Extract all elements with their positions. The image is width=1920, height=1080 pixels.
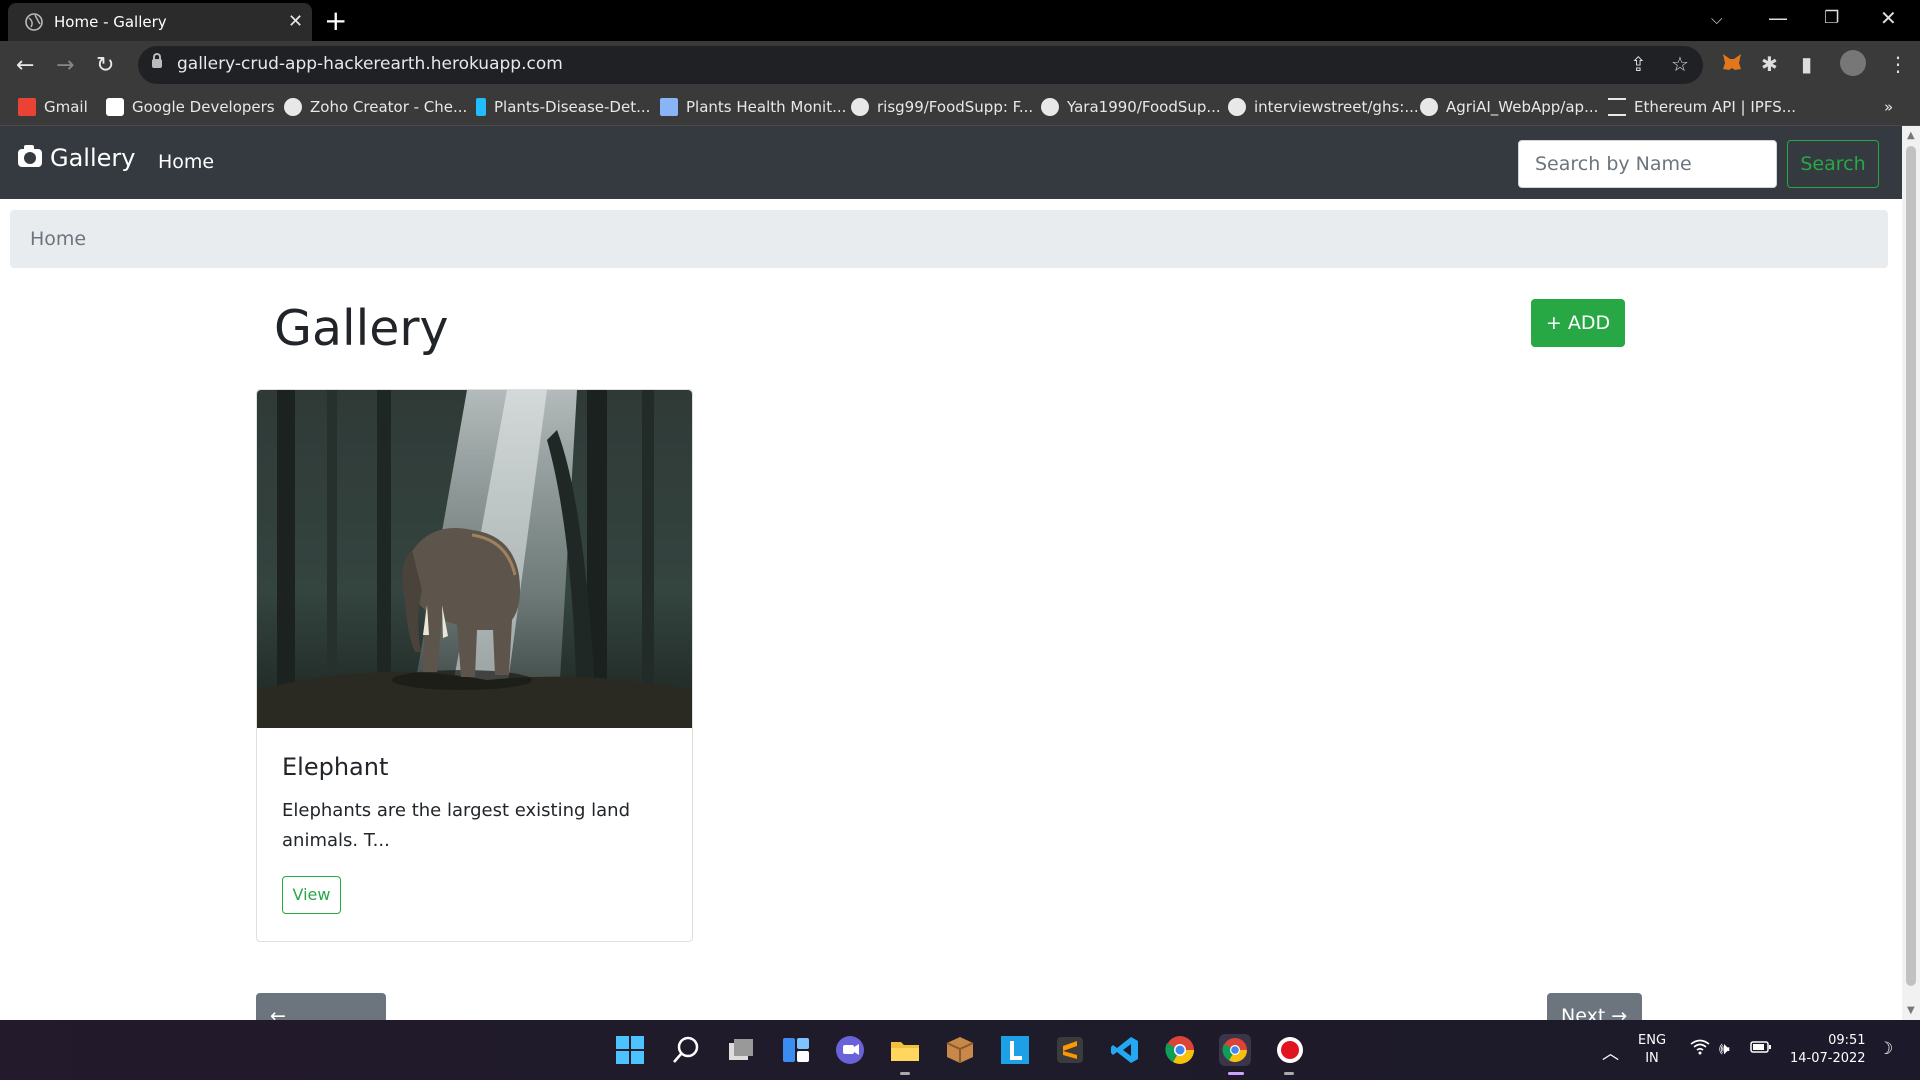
bookmark-plants-health[interactable]: Plants Health Monit... — [660, 98, 846, 118]
monitor-icon — [660, 98, 678, 116]
view-button[interactable]: View — [282, 876, 341, 914]
chrome-active-icon[interactable] — [1219, 1034, 1251, 1066]
previous-button[interactable]: ← Previous — [256, 993, 386, 1020]
bookmark-interviewstreet[interactable]: interviewstreet/ghs:... — [1228, 98, 1419, 118]
bookmark-google-developers[interactable]: Google Developers — [106, 98, 275, 118]
nav-home-link[interactable]: Home — [158, 151, 214, 173]
google-developers-icon — [106, 98, 124, 116]
vscode-icon[interactable] — [1109, 1034, 1141, 1066]
browser-tab[interactable]: Home - Gallery ✕ — [8, 3, 312, 41]
kaggle-icon — [476, 98, 486, 116]
gmail-icon — [18, 98, 36, 116]
globe-icon — [284, 98, 302, 116]
bookmark-ethereum-api[interactable]: Ethereum API | IPFS... — [1608, 98, 1796, 118]
chrome-icon[interactable] — [1164, 1034, 1196, 1066]
bookmark-foodsupp-yara[interactable]: Yara1990/FoodSup... — [1041, 98, 1221, 118]
github-icon — [1420, 98, 1438, 116]
scroll-up-icon[interactable]: ▲ — [1907, 130, 1915, 141]
chevron-up-icon[interactable]: ︿ — [1602, 1039, 1619, 1064]
tab-search-icon[interactable]: ⌵ — [1711, 10, 1722, 28]
bookmarks-bar: Gmail Google Developers Zoho Creator - C… — [0, 90, 1920, 126]
github-icon — [1041, 98, 1059, 116]
bookmark-zoho[interactable]: Zoho Creator - Che... — [284, 98, 467, 118]
sublime-text-icon[interactable] — [1054, 1034, 1086, 1066]
bookmark-foodsupp-risg99[interactable]: risg99/FoodSupp: F... — [851, 98, 1033, 118]
search-button[interactable]: Search — [1787, 140, 1879, 188]
menu-dots-icon[interactable]: ⋮ — [1888, 52, 1908, 76]
language-indicator[interactable]: ENG IN — [1638, 1032, 1666, 1068]
extensions-icon[interactable]: ✱ — [1761, 52, 1778, 76]
bookmark-agriai[interactable]: AgriAI_WebApp/ap... — [1420, 98, 1598, 118]
windows-taskbar: ︿ ENG IN 🕪 09:51 14-07-2022 ☽ — [0, 1020, 1920, 1080]
breadcrumb: Home — [10, 210, 1888, 268]
browser-tab-strip: Home - Gallery ✕ + ⌵ — ❐ ✕ — [0, 0, 1920, 41]
site-navbar: Gallery Home Search — [0, 126, 1902, 199]
side-panel-icon[interactable]: ▮ — [1801, 52, 1812, 76]
wifi-icon[interactable] — [1690, 1039, 1710, 1060]
share-icon[interactable]: ⇪ — [1630, 52, 1647, 76]
add-button[interactable]: + ADD — [1531, 299, 1625, 347]
task-view-icon[interactable] — [725, 1034, 757, 1066]
gallery-card: Elephant Elephants are the largest exist… — [256, 389, 693, 942]
screen-recorder-icon[interactable] — [1274, 1034, 1306, 1066]
minimize-icon[interactable]: — — [1768, 6, 1788, 30]
bookmark-gmail[interactable]: Gmail — [18, 98, 88, 118]
search-input[interactable] — [1518, 140, 1777, 188]
card-text: Elephants are the largest existing land … — [282, 800, 631, 851]
bookmarks-overflow-icon[interactable]: » — [1884, 98, 1893, 118]
search-icon[interactable] — [670, 1034, 702, 1066]
restore-icon[interactable]: ❐ — [1824, 8, 1839, 28]
address-bar-row: ← → ↻ gallery-crud-app-hackerearth.herok… — [0, 41, 1920, 90]
package-app-icon[interactable] — [944, 1034, 976, 1066]
teams-chat-icon[interactable] — [834, 1034, 866, 1066]
breadcrumb-home: Home — [30, 228, 87, 250]
back-icon[interactable]: ← — [16, 53, 34, 78]
file-explorer-icon[interactable] — [889, 1034, 921, 1066]
running-indicator — [900, 1072, 910, 1075]
ethereum-icon — [1608, 98, 1626, 116]
window-close-icon[interactable]: ✕ — [1880, 6, 1897, 30]
tab-title: Home - Gallery — [54, 13, 167, 31]
widgets-icon[interactable] — [780, 1034, 812, 1066]
brand-link[interactable]: Gallery — [18, 144, 135, 172]
github-icon — [1228, 98, 1246, 116]
forward-icon[interactable]: → — [56, 53, 74, 78]
reload-icon[interactable]: ↻ — [96, 53, 114, 78]
page-title: Gallery — [274, 300, 449, 357]
windows-start-icon[interactable] — [614, 1034, 646, 1066]
page-viewport: Gallery Home Search Home Gallery + ADD — [0, 126, 1902, 1020]
close-tab-icon[interactable]: ✕ — [288, 11, 303, 32]
card-title: Elephant — [282, 753, 389, 781]
bookmark-star-icon[interactable]: ☆ — [1671, 52, 1689, 76]
bookmark-plants-disease[interactable]: Plants-Disease-Det... — [476, 98, 650, 118]
page-scrollbar[interactable]: ▲ ▼ — [1902, 126, 1920, 1020]
clock[interactable]: 09:51 14-07-2022 — [1790, 1032, 1866, 1068]
new-tab-button[interactable]: + — [324, 4, 347, 37]
profile-avatar[interactable] — [1840, 50, 1866, 76]
active-indicator — [1228, 1072, 1244, 1075]
scroll-down-icon[interactable]: ▼ — [1907, 1005, 1915, 1016]
next-button[interactable]: Next → — [1547, 993, 1642, 1020]
card-image-elephant[interactable] — [257, 390, 692, 728]
camera-icon — [18, 145, 42, 167]
scrollbar-thumb[interactable] — [1906, 146, 1916, 986]
l-app-icon[interactable] — [999, 1034, 1031, 1066]
running-indicator — [1284, 1072, 1294, 1075]
metamask-extension-icon[interactable] — [1721, 52, 1743, 77]
notifications-icon[interactable]: ☽ — [1878, 1039, 1893, 1059]
volume-icon[interactable]: 🕪 — [1719, 1039, 1730, 1059]
globe-icon — [25, 13, 43, 31]
url-text[interactable]: gallery-crud-app-hackerearth.herokuapp.c… — [177, 54, 563, 74]
github-icon — [851, 98, 869, 116]
lock-icon[interactable] — [152, 53, 162, 68]
battery-icon[interactable] — [1750, 1039, 1772, 1059]
